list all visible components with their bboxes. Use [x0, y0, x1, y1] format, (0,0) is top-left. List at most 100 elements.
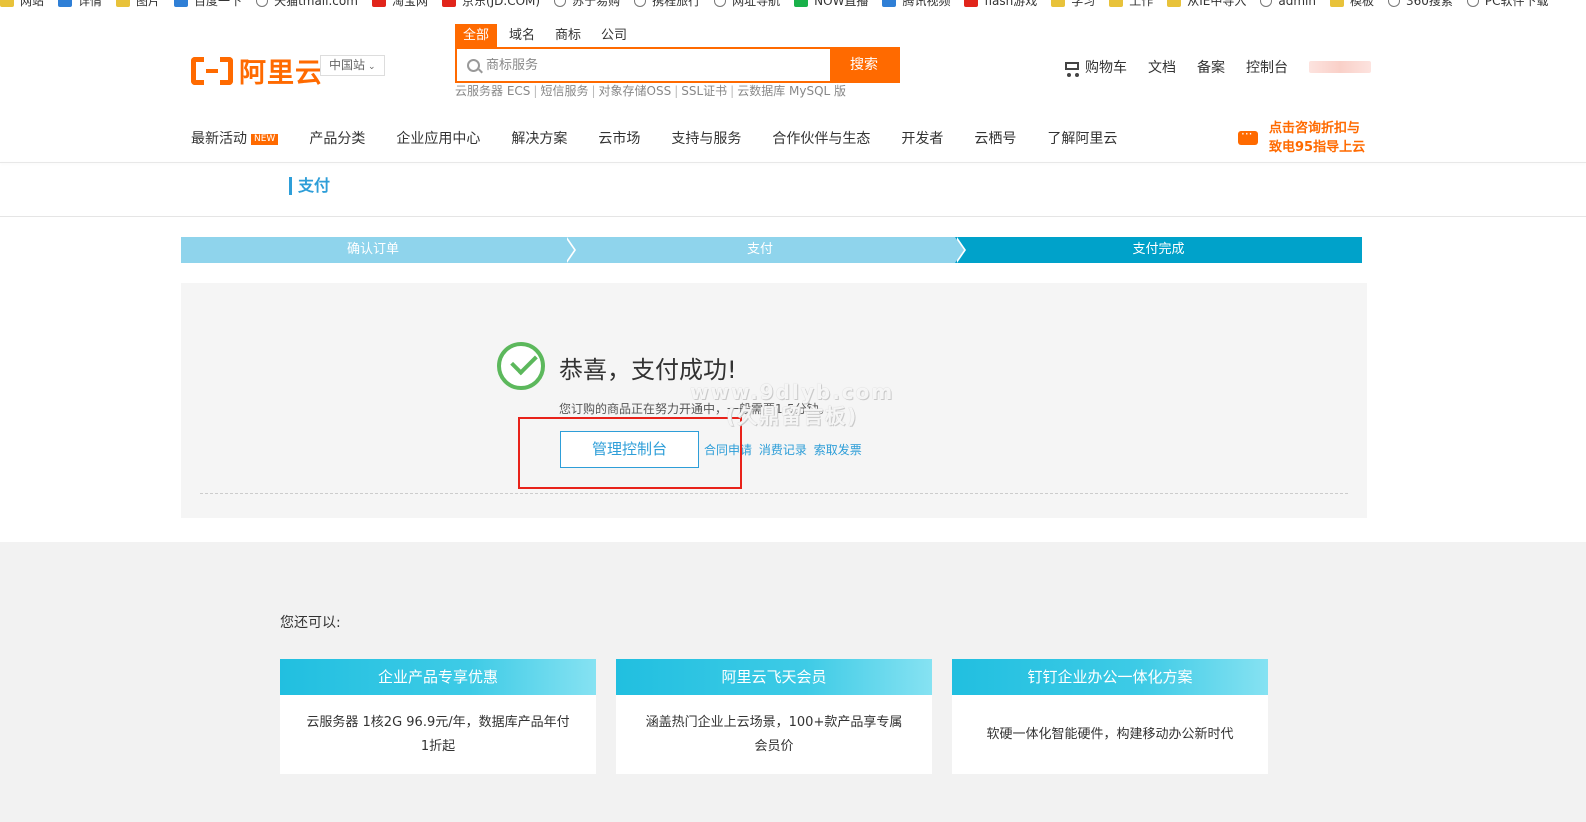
bookmark-item[interactable]: 百度一下 [174, 0, 242, 9]
hot-link[interactable]: 云数据库 MySQL 版 [737, 84, 846, 98]
watermark: www.9dlyb.com (久鼎留言板) [690, 380, 895, 428]
new-badge: NEW [251, 134, 279, 145]
nav-item-solutions[interactable]: 解决方案 [511, 128, 567, 148]
search-tab-all[interactable]: 全部 [455, 24, 498, 47]
bookmark-item[interactable]: 携程旅行 [634, 0, 700, 9]
bookmark-item[interactable]: NOW直播 [794, 0, 868, 9]
consult-line: 点击咨询折扣与 [1269, 121, 1361, 136]
nav-item-about[interactable]: 了解阿里云 [1047, 128, 1117, 148]
console-link[interactable]: 控制台 [1246, 57, 1288, 77]
folder-icon [1051, 0, 1066, 7]
bookmarks-bar: 网站 详情 图片 百度一下 天猫tmall.com 淘宝网 京东(JD.COM)… [0, 0, 1586, 12]
globe-icon [554, 0, 567, 7]
taobao-icon [371, 0, 386, 7]
header-actions: 购物车 文档 备案 控制台 [1062, 57, 1371, 77]
search-tabs: 全部 域名 商标 公司 [455, 24, 639, 47]
billing-records-link[interactable]: 消费记录 [759, 443, 807, 457]
dashed-divider [200, 493, 1348, 494]
aliyun-logo[interactable]: 阿里云 [191, 51, 323, 90]
hot-link[interactable]: 短信服务 [540, 84, 588, 98]
globe-icon [256, 0, 269, 7]
bookmark-item[interactable]: 工作 [1109, 0, 1153, 9]
cart-link[interactable]: 购物车 [1062, 57, 1127, 77]
consult-promo[interactable]: 点击咨询折扣与 致电95指导上云 [1238, 119, 1365, 157]
step-complete: 支付完成 [955, 237, 1362, 263]
hot-link[interactable]: 对象存储OSS [599, 84, 672, 98]
logo-text: 阿里云 [239, 58, 323, 89]
bookmark-item[interactable]: 网站 [0, 0, 44, 9]
progress-steps: 确认订单 支付 支付完成 [181, 237, 1362, 263]
docs-link[interactable]: 文档 [1148, 57, 1176, 77]
title-divider [0, 216, 1586, 217]
bookmark-item[interactable]: 网址导航 [714, 0, 780, 9]
search-button[interactable]: 搜索 [830, 49, 898, 81]
nav-item-marketplace[interactable]: 云市场 [598, 128, 640, 148]
bookmark-item[interactable]: 从IE中导入 [1167, 0, 1246, 9]
nav-item-developers[interactable]: 开发者 [901, 128, 943, 148]
hot-search-links: 云服务器 ECS | 短信服务 | 对象存储OSS | SSL证书 | 云数据库 MySQL 版 [455, 84, 847, 98]
request-invoice-link[interactable]: 索取发票 [814, 443, 862, 457]
bookmark-item[interactable]: 详情 [58, 0, 102, 9]
folder-icon [1330, 0, 1344, 7]
bookmark-item[interactable]: 京东(JD.COM) [441, 0, 540, 9]
promo-card[interactable]: 钉钉企业办公一体化方案 软硬一体化智能硬件，构建移动办公新时代 [952, 659, 1268, 774]
bookmark-item[interactable]: 学习 [1051, 0, 1095, 9]
folder-icon [1109, 0, 1124, 7]
globe-icon [1466, 0, 1479, 7]
promo-card-desc: 涵盖热门企业上云场景，100+款产品享专属会员价 [645, 714, 903, 754]
bookmark-item[interactable]: 苏宁易购 [554, 0, 620, 9]
region-selector[interactable]: 中国站 ⌄ [320, 55, 385, 76]
step-pay: 支付 [565, 237, 966, 263]
bookmark-item[interactable]: 模板 [1330, 0, 1374, 9]
nav-item-products[interactable]: 产品分类 [309, 128, 365, 148]
nav-item-support[interactable]: 支持与服务 [671, 128, 741, 148]
flash-icon [964, 0, 979, 7]
hot-link[interactable]: SSL证书 [681, 84, 727, 98]
hot-link[interactable]: 云服务器 ECS [455, 84, 530, 98]
beian-link[interactable]: 备案 [1197, 57, 1225, 77]
search-tab-trademark[interactable]: 商标 [547, 24, 589, 47]
promo-card-title: 阿里云飞天会员 [616, 659, 932, 695]
search-input[interactable] [486, 57, 806, 73]
paw-icon [58, 0, 73, 7]
bookmark-item[interactable]: 图片 [116, 0, 160, 9]
video-icon [882, 0, 897, 7]
bookmark-item[interactable]: 腾讯视频 [882, 0, 950, 9]
chat-bubble-icon [1238, 127, 1258, 145]
promo-card-title: 企业产品专享优惠 [280, 659, 596, 695]
bookmark-item[interactable]: 淘宝网 [371, 0, 428, 9]
nav-item-enterprise-apps[interactable]: 企业应用中心 [396, 128, 480, 148]
search-tab-company[interactable]: 公司 [593, 24, 635, 47]
main-nav: 最新活动 NEW 产品分类 企业应用中心 解决方案 云市场 支持与服务 合作伙伴与… [191, 128, 1148, 148]
nav-item-yunqi[interactable]: 云栖号 [974, 128, 1016, 148]
search-field [457, 49, 830, 81]
step-confirm-order: 确认订单 [181, 237, 576, 263]
globe-icon [1260, 0, 1273, 7]
baidu-icon [174, 0, 189, 7]
bookmark-item[interactable]: flash游戏 [964, 0, 1037, 9]
promo-card-desc: 软硬一体化智能硬件，构建移动办公新时代 [986, 726, 1234, 742]
promo-card[interactable]: 阿里云飞天会员 涵盖热门企业上云场景，100+款产品享专属会员价 [616, 659, 932, 774]
checkmark-icon [497, 342, 545, 390]
bookmark-item[interactable]: PC软件下载 [1466, 0, 1549, 9]
consult-line: 致电95指导上云 [1269, 140, 1366, 155]
nav-item-partners[interactable]: 合作伙伴与生态 [772, 128, 870, 148]
promo-card[interactable]: 企业产品专享优惠 云服务器 1核2G 96.9元/年，数据库产品年付1折起 [280, 659, 596, 774]
globe-icon [1388, 0, 1401, 7]
nav-item-latest[interactable]: 最新活动 NEW [191, 128, 279, 148]
chevron-down-icon: ⌄ [368, 62, 376, 72]
search-tab-domain[interactable]: 域名 [501, 24, 543, 47]
search-icon [467, 58, 480, 72]
bookmark-item[interactable]: admin [1260, 0, 1316, 9]
promo-card-title: 钉钉企业办公一体化方案 [952, 659, 1268, 695]
aliyun-logo-icon [191, 56, 233, 85]
region-label: 中国站 [329, 58, 366, 72]
page-title: 支付 [289, 177, 330, 195]
globe-icon [634, 0, 647, 7]
bookmark-item[interactable]: 360搜索 [1388, 0, 1453, 9]
folder-icon [1167, 0, 1182, 7]
bookmark-item[interactable]: 天猫tmall.com [256, 0, 358, 9]
nav-divider [0, 162, 1586, 163]
also-label: 您还可以: [280, 615, 341, 631]
user-account-blurred[interactable] [1309, 61, 1371, 73]
